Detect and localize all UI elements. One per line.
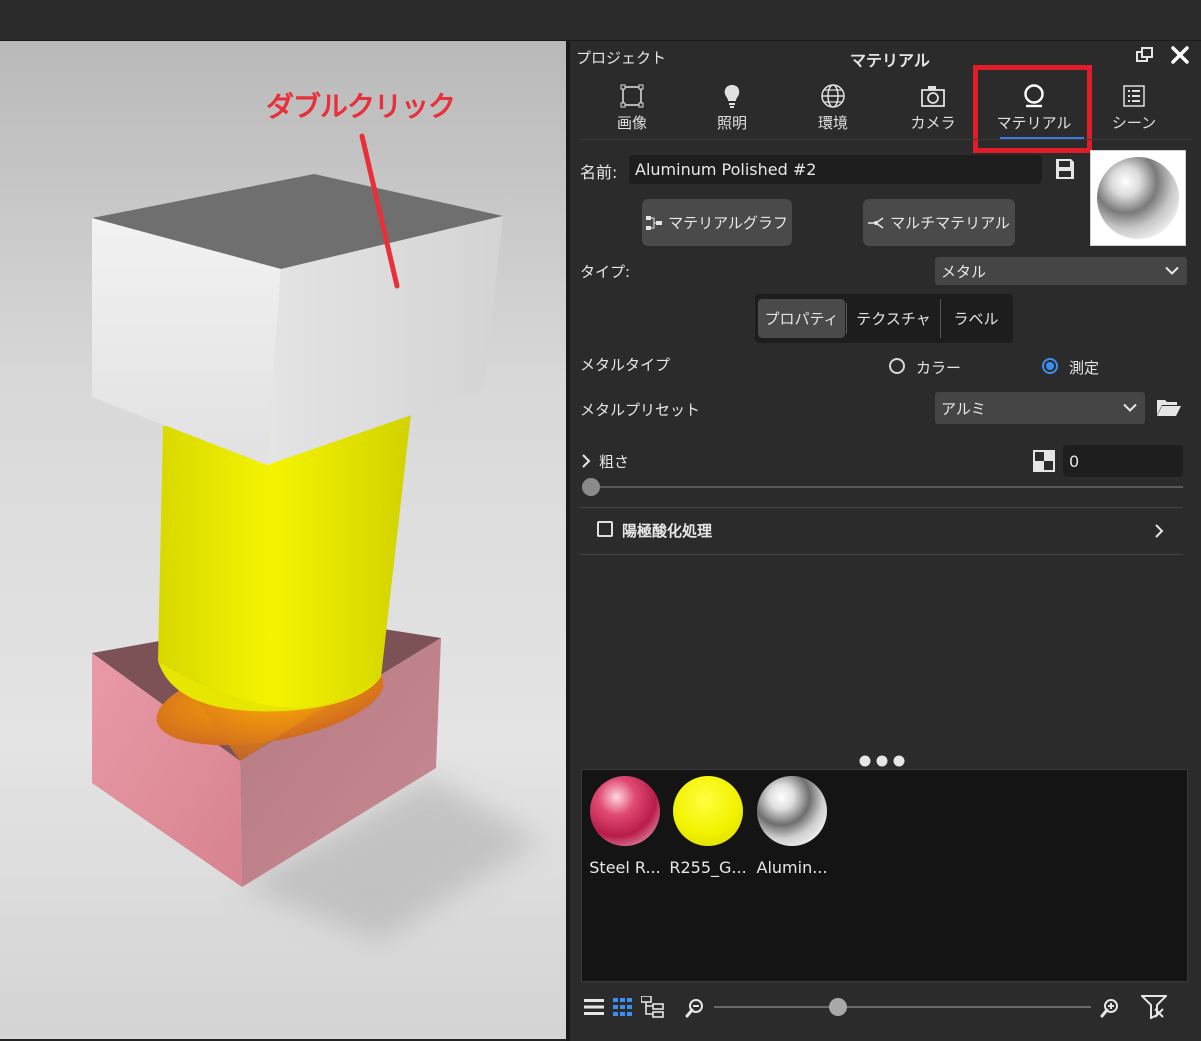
grid-view-icon[interactable]: [613, 998, 633, 1020]
tree-view-icon[interactable]: [640, 995, 665, 1022]
roughness-slider-track[interactable]: [582, 486, 1183, 488]
chevron-down-icon: [1123, 403, 1137, 412]
zoom-slider-track[interactable]: [714, 1006, 1091, 1008]
double-click-annotation: ダブルクリック: [266, 90, 456, 123]
list-view-icon[interactable]: [584, 998, 604, 1020]
material-name-input[interactable]: Aluminum Polished #2: [629, 155, 1042, 184]
radio-measured[interactable]: [1042, 358, 1058, 374]
material-library: Steel R... R255_G... Alumin...: [581, 769, 1188, 982]
radio-color-label[interactable]: カラー: [916, 357, 961, 378]
material-preview[interactable]: [1090, 150, 1186, 246]
anodize-checkbox[interactable]: [597, 521, 613, 537]
tab-scene[interactable]: シーン: [1089, 81, 1179, 137]
split-icon: [868, 216, 884, 229]
multi-material-button[interactable]: マルチマテリアル: [863, 199, 1015, 246]
chevron-right-icon[interactable]: [582, 453, 591, 472]
metal-type-label: メタルタイプ: [580, 356, 671, 374]
texture-map-icon[interactable]: [1033, 450, 1055, 476]
render-viewport[interactable]: ダブルクリック: [0, 41, 566, 1039]
metal-preset-select[interactable]: アルミ: [935, 392, 1145, 424]
graph-icon: [646, 215, 663, 230]
material-ball: [757, 776, 827, 846]
white-box: [92, 174, 503, 465]
filter-icon[interactable]: [1139, 995, 1169, 1023]
tab-image[interactable]: 画像: [587, 81, 677, 137]
material-graph-button[interactable]: マテリアルグラフ: [642, 199, 792, 246]
roughness-slider-handle[interactable]: [582, 478, 600, 496]
tab-environment[interactable]: 環境: [788, 81, 878, 137]
library-item-steel[interactable]: Steel R...: [585, 776, 665, 877]
subtab-texture[interactable]: テクスチャ: [847, 299, 941, 338]
globe-icon: [788, 81, 878, 111]
chevron-right-icon[interactable]: [1155, 523, 1164, 542]
zoom-out-icon[interactable]: [685, 998, 705, 1022]
tab-camera[interactable]: カメラ: [888, 81, 978, 137]
zoom-slider-handle[interactable]: [829, 998, 847, 1016]
name-label: 名前:: [580, 163, 618, 182]
library-item-yellow[interactable]: R255_G...: [668, 776, 748, 877]
top-toolbar: [0, 0, 1201, 41]
material-panel: プロジェクト マテリアル 画像 照明 環境 カメラ マテリアル シーン 名前: …: [570, 41, 1201, 1041]
tab-lighting[interactable]: 照明: [687, 81, 777, 137]
chevron-down-icon: [1165, 266, 1179, 275]
lightbulb-icon: [687, 81, 777, 111]
subtab-label[interactable]: ラベル: [943, 299, 1009, 338]
restore-window-icon[interactable]: [1136, 47, 1154, 67]
radio-color[interactable]: [889, 358, 905, 374]
type-select[interactable]: メタル: [935, 257, 1187, 285]
list-icon: [1089, 81, 1179, 111]
metal-preset-label: メタルプリセット: [580, 401, 701, 419]
roughness-label: 粗さ: [599, 453, 630, 471]
library-item-aluminum[interactable]: Alumin...: [752, 776, 832, 877]
type-label: タイプ:: [580, 263, 631, 281]
panel-title: マテリアル: [850, 51, 930, 70]
project-label[interactable]: プロジェクト: [576, 47, 666, 68]
anodize-label: 陽極酸化処理: [622, 522, 713, 540]
subtab-properties[interactable]: プロパティ: [758, 299, 845, 338]
property-tabs: プロパティ テクスチャ ラベル: [755, 294, 1013, 343]
material-ball: [673, 776, 743, 846]
roughness-input[interactable]: 0: [1063, 445, 1183, 477]
save-icon[interactable]: [1054, 157, 1076, 185]
close-icon[interactable]: [1170, 45, 1190, 69]
scene-render: [92, 133, 540, 941]
zoom-in-icon[interactable]: [1100, 998, 1120, 1022]
radio-measured-label[interactable]: 測定: [1069, 357, 1099, 378]
camera-icon: [888, 81, 978, 111]
material-ball: [590, 776, 660, 846]
image-frame-icon: [587, 81, 677, 111]
open-folder-icon[interactable]: [1156, 397, 1182, 421]
